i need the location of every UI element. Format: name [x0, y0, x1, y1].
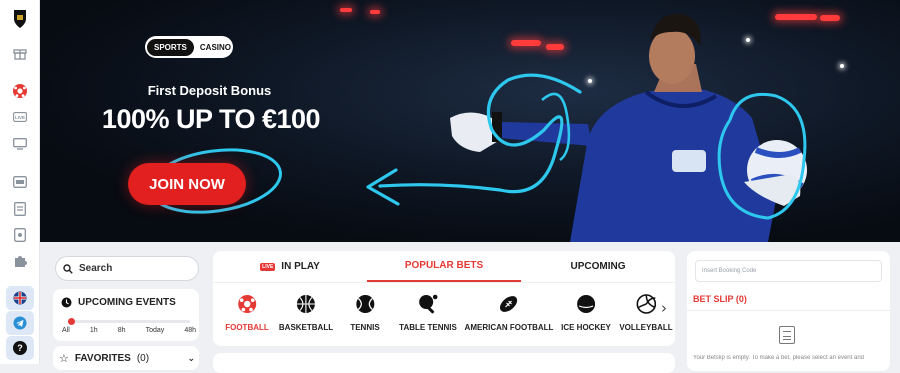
live-badge: LIVE [260, 262, 276, 271]
tab-in-play[interactable]: LIVE IN PLAY [213, 251, 367, 282]
volleyball-icon [635, 293, 657, 315]
sport-label: FOOTBALL [225, 323, 269, 332]
football-icon[interactable] [9, 80, 31, 102]
range-option-48h[interactable]: 48h [184, 327, 196, 334]
promo-subtitle: First Deposit Bonus [147, 83, 272, 98]
ice-hockey-icon [575, 293, 597, 315]
sport-football[interactable]: FOOTBALL [225, 289, 269, 332]
sports-casino-toggle[interactable]: SPORTS CASINO [145, 36, 233, 58]
sport-tennis[interactable]: TENNIS [350, 289, 380, 332]
booking-code-input[interactable]: Insert Booking Code [695, 260, 882, 282]
events-panel [213, 353, 675, 373]
clock-icon [61, 297, 72, 308]
help-label: ? [13, 341, 27, 355]
sport-label: TENNIS [350, 323, 380, 332]
search-label: Search [79, 263, 113, 274]
sport-table-tennis[interactable]: TABLE TENNIS [399, 289, 457, 332]
betslip-label: BET SLIP [693, 294, 734, 304]
favorites-count: (0) [136, 353, 150, 364]
favorites-label: FAVORITES [74, 353, 131, 364]
tab-popular-bets[interactable]: POPULAR BETS [367, 251, 521, 282]
promo-banner[interactable]: SPORTS CASINO First Deposit Bonus 100% U… [40, 0, 900, 242]
sidebar: LIVE ? [0, 0, 40, 364]
svg-text:LIVE: LIVE [15, 115, 25, 120]
sport-label: ICE HOCKEY [561, 323, 611, 332]
time-range-slider[interactable] [68, 318, 190, 325]
sport-label: AMERICAN FOOTBALL [464, 323, 554, 332]
sport-label: VOLLEYBALL [619, 323, 673, 332]
flag-uk-icon[interactable] [6, 286, 34, 310]
range-option-all[interactable]: All [62, 327, 70, 334]
divider [687, 310, 890, 311]
sport-label: TABLE TENNIS [399, 323, 457, 332]
card-icon[interactable] [9, 224, 31, 246]
favorites-panel[interactable]: ☆ FAVORITES (0) ⌄ [53, 346, 199, 370]
tab-popular-bets-label: POPULAR BETS [404, 260, 484, 271]
table-tennis-icon [417, 293, 439, 315]
sport-label: BASKETBALL [278, 323, 334, 332]
toggle-sports[interactable]: SPORTS [147, 38, 194, 56]
sport-american-football[interactable]: AMERICAN FOOTBALL [464, 289, 554, 332]
chevron-right-icon[interactable]: › [661, 299, 667, 317]
slider-handle[interactable] [68, 318, 75, 325]
telegram-icon[interactable] [6, 311, 34, 335]
chevron-down-icon[interactable]: ⌄ [187, 354, 195, 364]
receipt-icon [779, 326, 795, 344]
ticket-icon[interactable] [9, 198, 31, 220]
slot-icon[interactable] [9, 171, 31, 193]
search-icon [63, 263, 73, 274]
crest-icon[interactable] [9, 8, 31, 30]
help-icon[interactable]: ? [6, 336, 34, 360]
range-option-8h[interactable]: 8h [118, 327, 126, 334]
betslip-count: (0) [735, 294, 747, 304]
join-now-button[interactable]: JOIN NOW [128, 163, 246, 205]
gift-icon[interactable] [9, 42, 31, 64]
tab-in-play-label: IN PLAY [281, 261, 320, 272]
sport-basketball[interactable]: BASKETBALL [279, 289, 333, 332]
tab-upcoming[interactable]: UPCOMING [521, 251, 675, 282]
football-icon [236, 293, 258, 315]
tennis-icon [354, 293, 376, 315]
range-option-today[interactable]: Today [146, 327, 165, 334]
promo-title: 100% UP TO €100 [101, 104, 321, 134]
upcoming-events-title: UPCOMING EVENTS [78, 297, 176, 308]
betslip-title: BET SLIP (0) [693, 294, 747, 304]
live-icon[interactable]: LIVE [9, 106, 31, 128]
tab-upcoming-label: UPCOMING [570, 261, 626, 272]
tv-icon[interactable] [9, 133, 31, 155]
sport-ice-hockey[interactable]: ICE HOCKEY [561, 289, 611, 332]
sports-panel: LIVE IN PLAY POPULAR BETS UPCOMING FOOTB… [213, 251, 675, 346]
basketball-icon [295, 293, 317, 315]
american-football-icon [498, 293, 520, 315]
toggle-casino[interactable]: CASINO [194, 39, 237, 56]
range-option-1h[interactable]: 1h [90, 327, 98, 334]
search-input[interactable]: Search [55, 256, 199, 281]
star-icon: ☆ [59, 352, 69, 365]
puzzle-icon[interactable] [9, 250, 31, 272]
upcoming-events-panel: UPCOMING EVENTS All 1h 8h Today 48h [53, 289, 199, 341]
betslip-empty-message: Your Betslip is empty. To make a bet, pl… [693, 355, 864, 361]
betslip-panel: Insert Booking Code BET SLIP (0) Your Be… [687, 251, 890, 371]
